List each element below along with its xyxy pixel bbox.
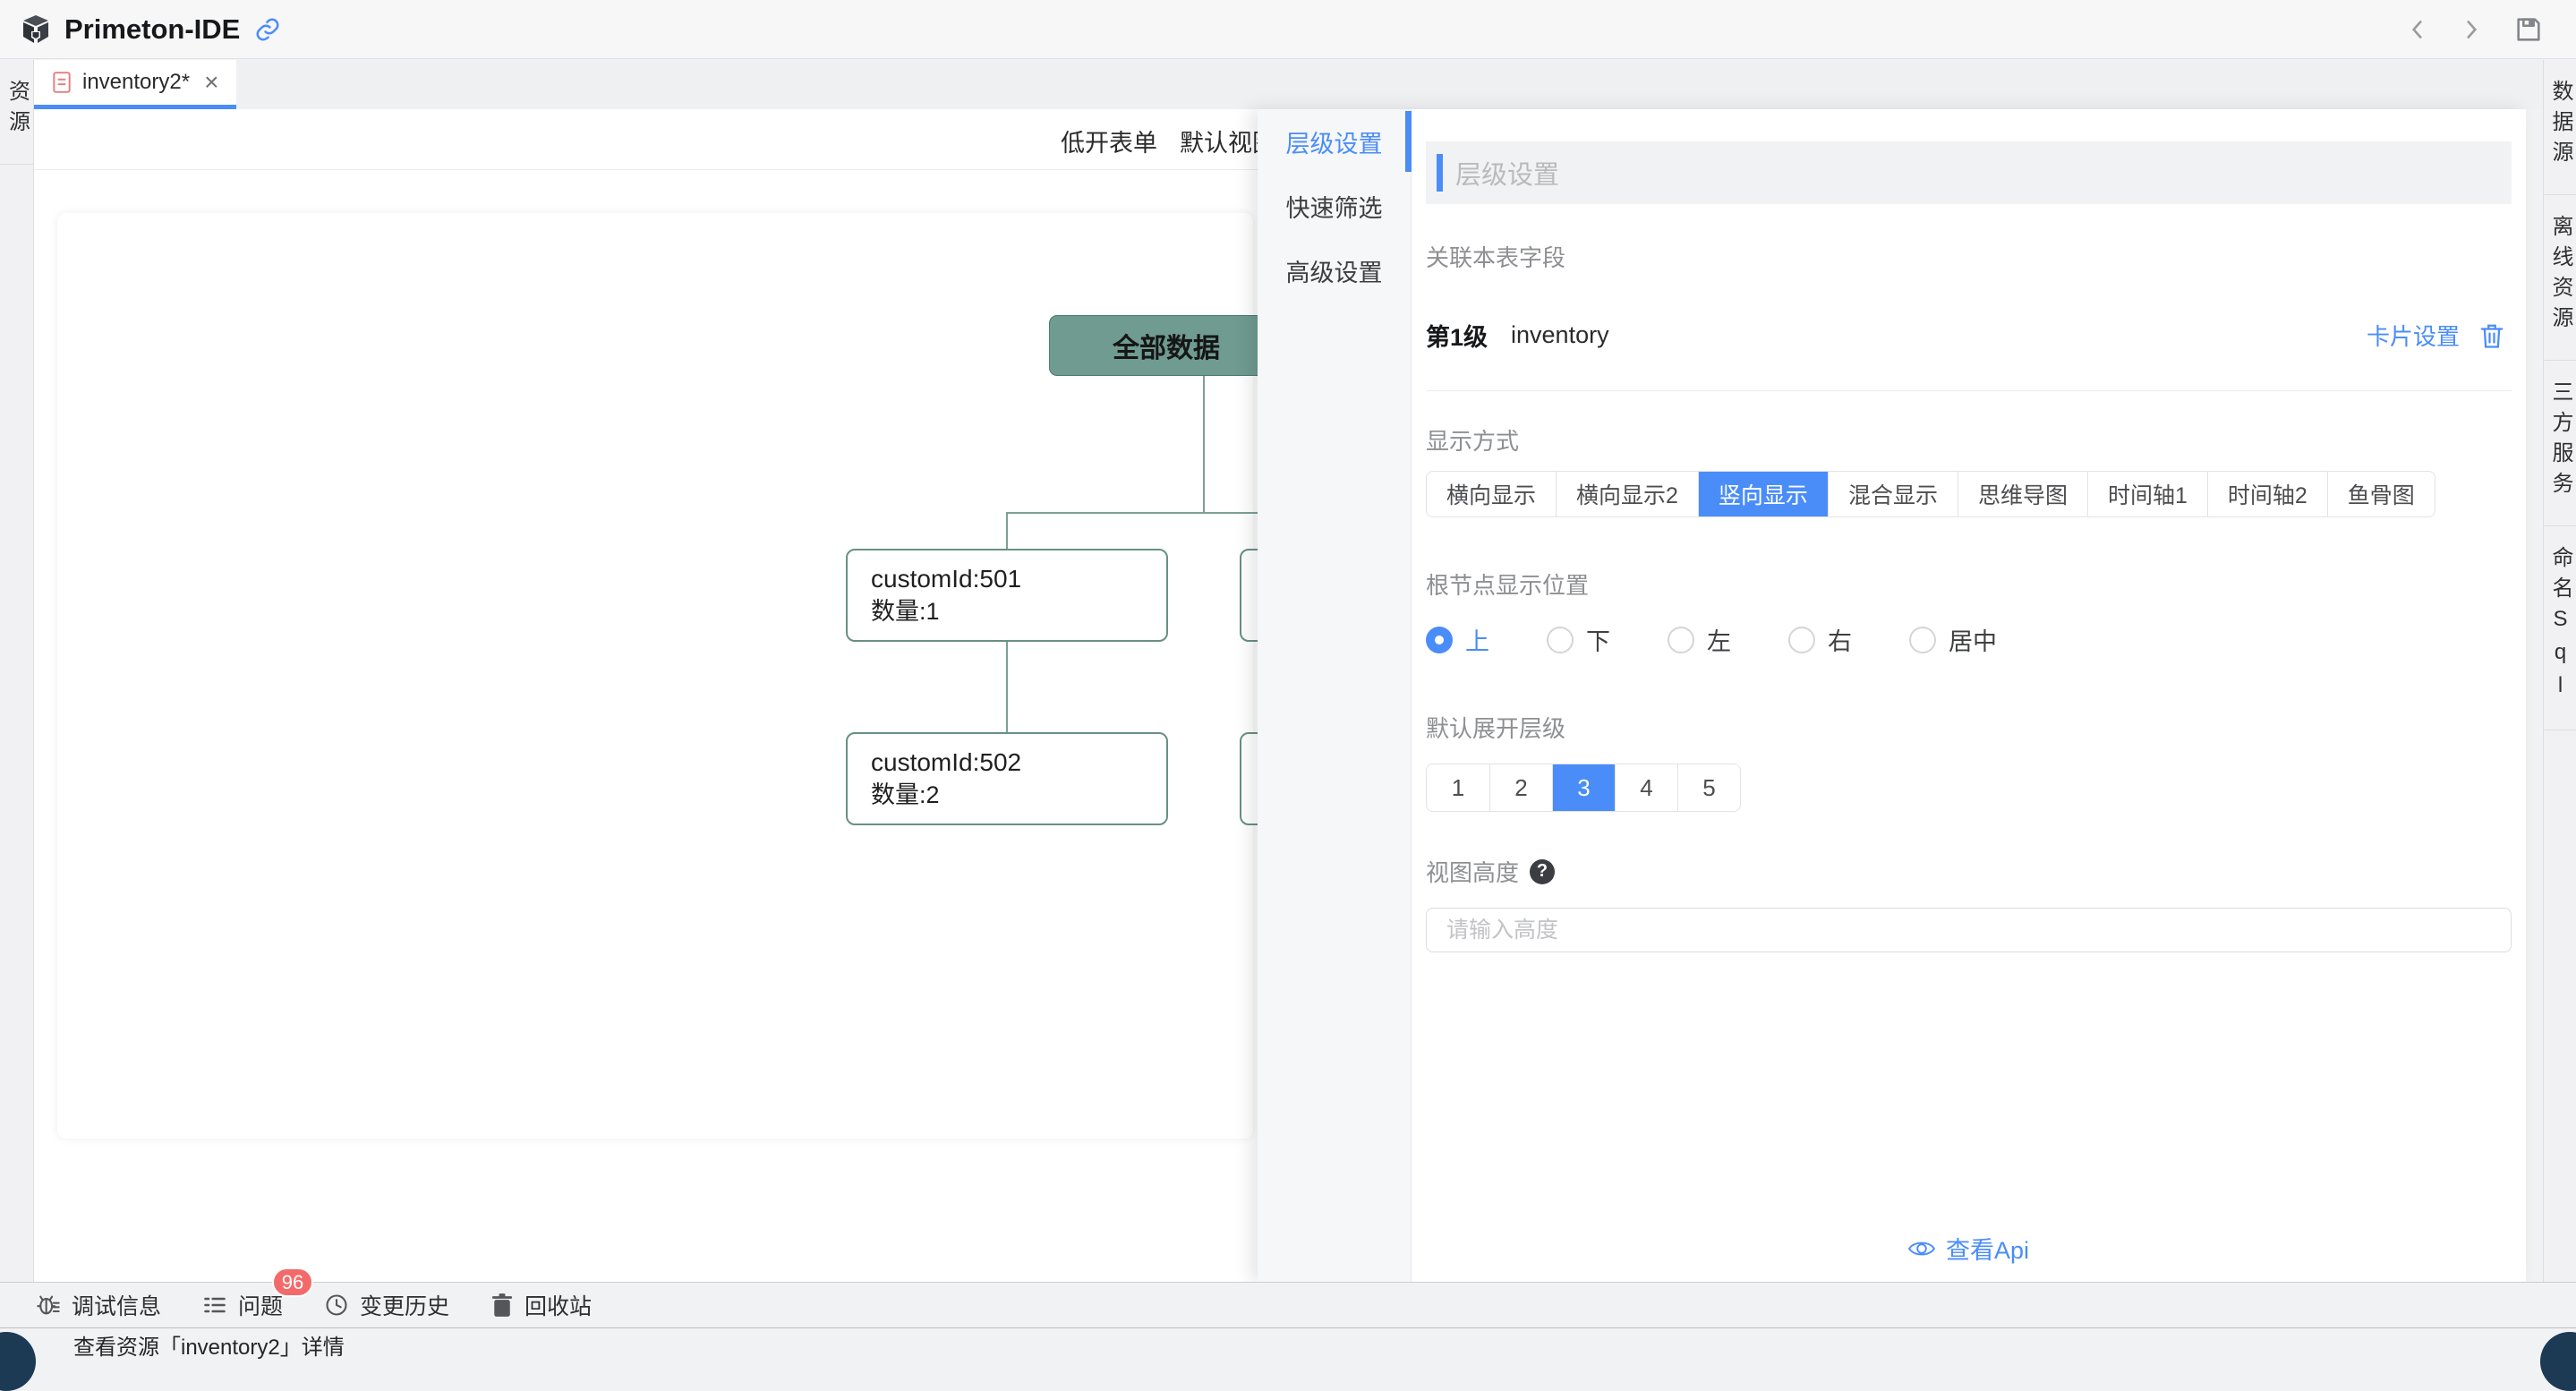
settings-panel-main: 层级设置 关联本表字段 第1级 inventory 卡片设置 (1412, 109, 2526, 1282)
save-icon[interactable] (2513, 14, 2544, 45)
issues-list-icon (202, 1293, 227, 1318)
connector-drop-2 (1006, 642, 1008, 732)
recycle-bin-button[interactable]: 回收站 (490, 1289, 592, 1321)
sidebar-item-named-sql[interactable]: 命名Sql (2544, 526, 2576, 730)
low-code-form-button[interactable]: 低开表单 (1061, 124, 1157, 158)
close-icon[interactable]: × (204, 70, 218, 95)
card-settings-link[interactable]: 卡片设置 (2367, 319, 2460, 352)
diagram-canvas: 低开表单 默认视图 全部数据 customId:501 数量:1 customI… (34, 109, 1258, 1282)
sidebar-item-datasource[interactable]: 数据源 (2544, 60, 2576, 195)
tree-node-partial-1[interactable] (1240, 549, 1258, 642)
sidebar-item-third-party-services[interactable]: 三方服务 (2544, 361, 2576, 526)
tab-label: inventory2* (82, 70, 190, 95)
tree-node-502[interactable]: customId:502 数量:2 (846, 732, 1168, 825)
display-option-horizontal[interactable]: 横向显示 (1427, 472, 1556, 516)
expand-level-label: 默认展开层级 (1426, 711, 2512, 744)
connector-horizontal (1007, 512, 1258, 514)
right-sidebar: 数据源 离线资源 三方服务 命名Sql (2543, 60, 2576, 1282)
level-5-button[interactable]: 5 (1677, 764, 1740, 811)
radio-icon (1547, 627, 1574, 653)
history-clock-icon (324, 1293, 349, 1318)
tab-inventory2[interactable]: inventory2* × (34, 60, 236, 109)
radio-left[interactable]: 左 (1668, 622, 1731, 657)
related-field-label: 关联本表字段 (1426, 240, 2512, 273)
radio-center[interactable]: 居中 (1909, 622, 1997, 657)
app-title: Primeton-IDE (64, 13, 240, 46)
level-1-button[interactable]: 1 (1427, 764, 1489, 811)
connector-root (1203, 376, 1205, 512)
corner-decoration-right (2540, 1332, 2576, 1391)
display-option-timeline1[interactable]: 时间轴1 (2087, 472, 2207, 516)
root-position-group: 上 下 左 右 居中 (1426, 622, 2512, 657)
tab-advanced-settings[interactable]: 高级设置 (1258, 238, 1411, 303)
display-option-vertical[interactable]: 竖向显示 (1698, 472, 1828, 516)
change-history-button[interactable]: 变更历史 (324, 1289, 449, 1321)
connector-drop-1 (1006, 512, 1008, 549)
sidebar-item-offline-resources[interactable]: 离线资源 (2544, 195, 2576, 361)
display-mode-group: 横向显示 横向显示2 竖向显示 混合显示 思维导图 时间轴1 时间轴2 鱼骨图 (1426, 471, 2435, 517)
tree-board: 全部数据 customId:501 数量:1 customId:502 数量:2 (57, 213, 1253, 1139)
default-view-button[interactable]: 默认视图 (1180, 124, 1258, 158)
tab-quick-filter[interactable]: 快速筛选 (1258, 174, 1411, 238)
level-field: inventory (1511, 321, 1609, 349)
canvas-toolbar: 低开表单 默认视图 (34, 109, 1258, 170)
debug-icon (36, 1293, 61, 1318)
title-bar: Primeton-IDE (0, 0, 2576, 59)
settings-panel-tabs: 层级设置 快速筛选 高级设置 (1258, 109, 1412, 1282)
trash-icon (490, 1293, 514, 1318)
link-icon[interactable] (254, 16, 281, 43)
app-logo-icon (20, 13, 52, 46)
status-bar: 调试信息 问题 96 变更历史 回收站 (0, 1282, 2576, 1327)
radio-icon (1668, 627, 1694, 653)
view-api-link[interactable]: 查看Api (1412, 1231, 2526, 1266)
level-2-button[interactable]: 2 (1489, 764, 1552, 811)
tab-bar: inventory2* × (34, 60, 2543, 109)
display-mode-label: 显示方式 (1426, 423, 2512, 457)
chevron-left-icon[interactable] (2406, 18, 2429, 41)
sidebar-item-resources[interactable]: 资源 (0, 60, 33, 165)
tree-node-501[interactable]: customId:501 数量:1 (846, 549, 1168, 642)
corner-decoration-left (0, 1332, 36, 1391)
display-option-timeline2[interactable]: 时间轴2 (2207, 472, 2327, 516)
panel-header: 层级设置 (1426, 141, 2512, 204)
tree-root-node[interactable]: 全部数据 (1049, 315, 1258, 376)
root-position-label: 根节点显示位置 (1426, 567, 2512, 601)
delete-icon[interactable] (2479, 322, 2504, 349)
view-height-input[interactable] (1426, 908, 2512, 952)
issues-badge: 96 (272, 1267, 313, 1297)
tree-node-partial-2[interactable] (1240, 732, 1258, 825)
radio-right[interactable]: 右 (1788, 622, 1852, 657)
document-icon (52, 71, 72, 94)
issues-button[interactable]: 问题 96 (202, 1289, 283, 1321)
right-gutter (2526, 109, 2543, 1282)
radio-icon (1426, 627, 1453, 653)
expand-level-group: 1 2 3 4 5 (1426, 764, 1741, 812)
radio-top[interactable]: 上 (1426, 622, 1489, 657)
radio-bottom[interactable]: 下 (1547, 622, 1610, 657)
help-icon[interactable]: ? (1530, 859, 1555, 884)
display-option-fishbone[interactable]: 鱼骨图 (2327, 472, 2435, 516)
footer-text: 查看资源「inventory2」详情 (73, 1329, 345, 1361)
eye-icon (1908, 1239, 1935, 1259)
level-4-button[interactable]: 4 (1615, 764, 1677, 811)
display-option-mindmap[interactable]: 思维导图 (1958, 472, 2087, 516)
settings-panel: 层级设置 快速筛选 高级设置 层级设置 关联本表字段 第1级 inventory… (1258, 109, 2526, 1282)
header-accent-bar (1437, 154, 1443, 192)
radio-icon (1788, 627, 1815, 653)
divider (1426, 390, 2512, 391)
level-tag: 第1级 (1426, 318, 1488, 353)
display-option-mixed[interactable]: 混合显示 (1828, 472, 1958, 516)
view-height-label: 视图高度 ? (1426, 855, 2512, 888)
level-3-button[interactable]: 3 (1552, 764, 1615, 811)
display-option-horizontal2[interactable]: 横向显示2 (1556, 472, 1698, 516)
debug-info-button[interactable]: 调试信息 (36, 1289, 161, 1321)
level-row: 第1级 inventory 卡片设置 (1426, 318, 2512, 353)
tab-level-settings[interactable]: 层级设置 (1258, 109, 1411, 174)
chevron-right-icon[interactable] (2460, 18, 2483, 41)
radio-icon (1909, 627, 1936, 653)
left-sidebar: 资源 (0, 60, 34, 1282)
footer-status: 查看资源「inventory2」详情 (0, 1327, 2576, 1361)
